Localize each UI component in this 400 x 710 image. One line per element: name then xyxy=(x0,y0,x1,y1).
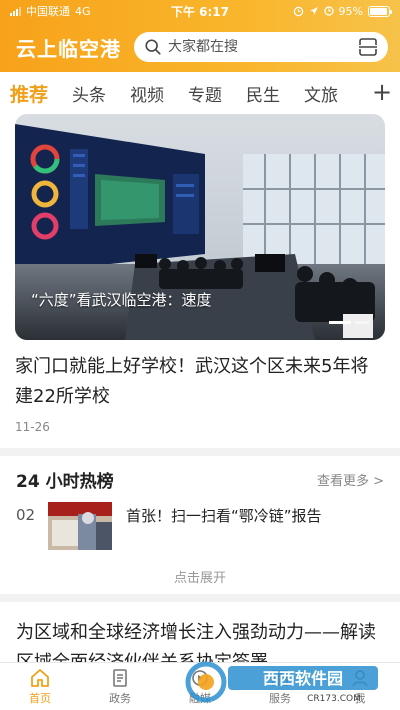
nav-home[interactable]: 首页 xyxy=(0,663,80,710)
hot-item-thumbnail xyxy=(48,502,112,550)
battery-percent: 95% xyxy=(338,4,363,18)
tab-topics[interactable]: 专题 xyxy=(188,81,222,106)
tab-video[interactable]: 视频 xyxy=(130,81,164,106)
home-icon xyxy=(31,668,49,687)
app-title: 云上临空港 xyxy=(16,36,121,61)
expand-button[interactable]: 点击展开 xyxy=(0,567,400,586)
watermark-site: CR173.COM xyxy=(307,694,361,704)
nav-government[interactable]: 政务 xyxy=(80,663,160,710)
hero-carousel[interactable]: “六度”看武汉临空港：速度 xyxy=(15,114,385,340)
view-more-link[interactable]: 查看更多 > xyxy=(317,470,384,489)
clock: 下午 6:17 xyxy=(170,4,230,19)
carousel-indicator xyxy=(329,321,369,324)
hot-item-title: 首张！扫一扫看“鄂冷链”报告 xyxy=(126,507,322,525)
tab-headlines[interactable]: 头条 xyxy=(72,81,106,106)
document-icon xyxy=(113,668,127,687)
headline-date: 11-26 xyxy=(15,420,50,434)
network-text: 4G xyxy=(75,4,91,18)
tab-culture-tourism[interactable]: 文旅 xyxy=(304,81,338,106)
headline-title[interactable]: 家门口就能上好学校！武汉这个区未来5年将建22所学校 xyxy=(15,352,385,412)
search-input[interactable] xyxy=(168,39,358,55)
signal-icon xyxy=(10,6,21,16)
hot-list-title: 24 小时热榜 xyxy=(16,471,114,492)
feed: “六度”看武汉临空港：速度 家门口就能上好学校！武汉这个区未来5年将建22所学校… xyxy=(0,114,400,692)
search-icon xyxy=(145,39,161,55)
app-header: 中国联通 4G 下午 6:17 95% 云上临空港 xyxy=(0,0,400,72)
hero-caption: “六度”看武汉临空港：速度 xyxy=(31,291,212,309)
scan-icon[interactable] xyxy=(358,37,378,57)
featured-card: “六度”看武汉临空港：速度 家门口就能上好学校！武汉这个区未来5年将建22所学校… xyxy=(0,114,400,448)
alarm-icon xyxy=(293,6,303,16)
carrier-text: 中国联通 xyxy=(26,5,70,18)
location-icon xyxy=(309,7,318,15)
clock-icon xyxy=(323,6,334,16)
rank-number: 02 xyxy=(16,506,36,524)
hot-list-item[interactable]: 02 首张！扫一扫看“鄂冷链”报告 xyxy=(0,502,400,562)
site-watermark: 西西软件园 CR173.COM xyxy=(185,661,378,704)
nav-government-label: 政务 xyxy=(109,691,131,705)
nav-home-label: 首页 xyxy=(29,691,51,705)
hot-list-card: 24 小时热榜 查看更多 > 02 首张！扫一扫看“鄂冷链”报告 点击展开 xyxy=(0,456,400,594)
watermark-brand: 西西软件园 xyxy=(263,669,343,688)
tab-recommend[interactable]: 推荐 xyxy=(10,80,48,107)
channel-tabs: 推荐 头条 视频 专题 民生 文旅 + xyxy=(0,72,400,114)
tab-livelihood[interactable]: 民生 xyxy=(246,81,280,106)
add-channel-button[interactable]: + xyxy=(372,79,392,105)
search-bar[interactable] xyxy=(134,32,388,62)
status-bar: 中国联通 4G 下午 6:17 95% xyxy=(0,0,400,22)
battery-icon xyxy=(368,5,392,17)
